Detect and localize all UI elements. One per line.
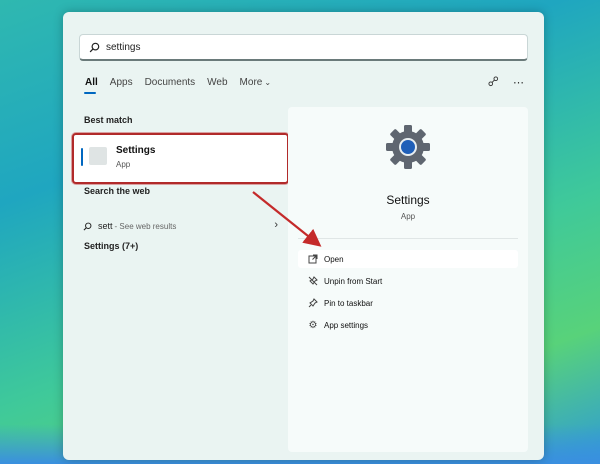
preview-pane: Settings App Open Unpin from Start Pin t… [288,107,528,452]
top-right-icons: ⋯ [488,76,524,90]
selection-indicator [81,148,83,166]
divider [298,238,518,239]
web-result-query: sett [98,221,113,231]
filter-tabs: All Apps Documents Web More ⌄ [85,77,283,88]
tab-documents[interactable]: Documents [145,77,196,88]
search-input[interactable] [106,41,506,53]
preview-subtitle: App [400,212,416,221]
tab-apps[interactable]: Apps [110,77,133,88]
open-external-icon [305,254,321,264]
search-icon [89,42,100,52]
best-match-name: Settings [116,145,156,156]
active-tab-indicator [84,92,96,94]
start-search-panel: All Apps Documents Web More⌄ ⋯ Best matc… [63,12,544,460]
unpin-action-label: Unpin from Start [324,276,383,286]
search-icon [83,222,92,230]
web-result-row[interactable]: sett - See web results › [83,217,278,235]
settings-count-heading[interactable]: Settings (7+) [84,241,138,251]
settings-app-icon [89,147,107,165]
pin-to-taskbar-action[interactable]: Pin to taskbar [298,294,518,312]
best-match-heading: Best match [84,115,133,125]
preview-title: Settings [386,193,430,207]
best-match-type: App [116,160,131,169]
gear-icon: ⚙ [308,319,318,331]
pin-icon [305,298,321,308]
tab-more-label: More [239,77,263,88]
open-action-label: Open [324,254,344,264]
settings-gear-icon [386,125,430,169]
pin-action-label: Pin to taskbar [324,298,373,308]
unpin-from-start-action[interactable]: Unpin from Start [298,272,518,290]
unpin-icon [305,276,321,286]
more-options-icon[interactable]: ⋯ [513,76,524,90]
tab-all[interactable]: All [85,77,98,88]
web-result-suffix: - See web results [114,221,177,231]
share-nodes-icon[interactable] [488,76,499,90]
search-web-heading: Search the web [84,186,151,196]
open-action[interactable]: Open [298,250,518,268]
app-settings-action-label: App settings [324,320,369,330]
tab-web[interactable]: Web [207,77,227,88]
chevron-right-icon: › [274,219,278,231]
search-box[interactable] [79,34,528,61]
app-settings-action[interactable]: ⚙ App settings [298,316,518,334]
chevron-down-icon: ⌄ [264,78,272,87]
best-match-item[interactable]: Settings App [72,133,289,184]
tab-more[interactable]: More ⌄ [240,77,272,88]
